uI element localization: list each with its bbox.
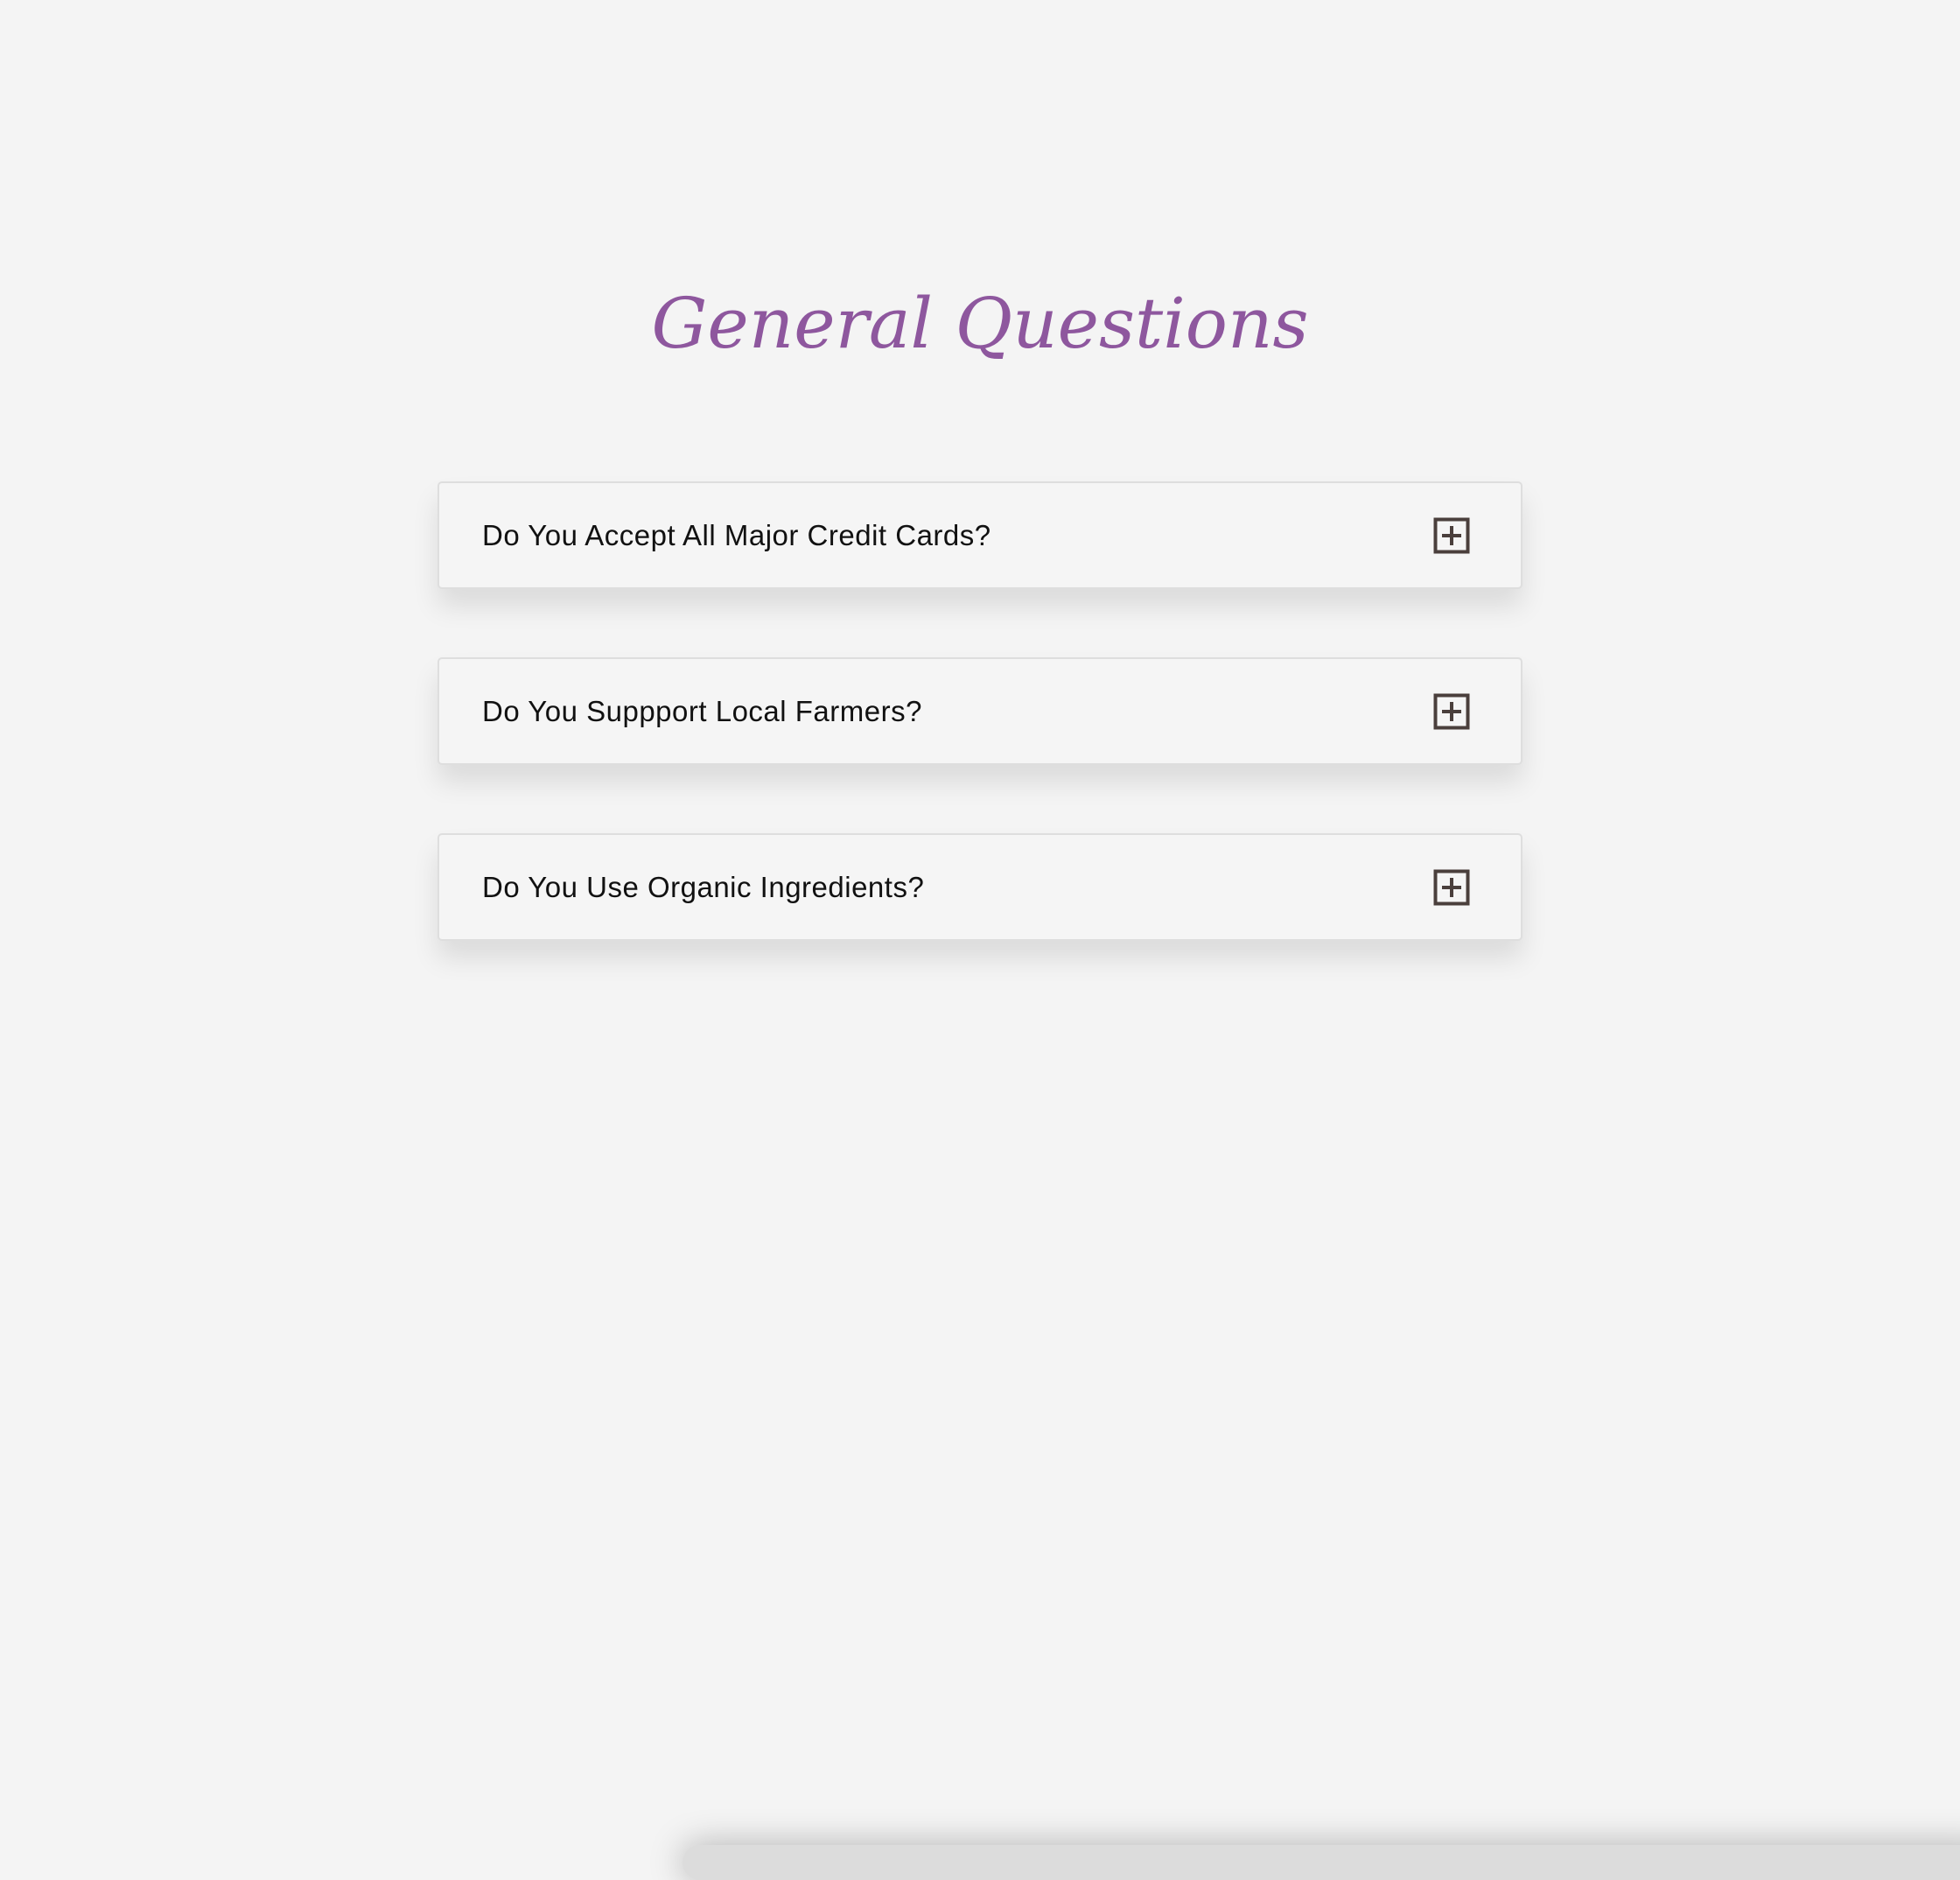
plus-square-icon xyxy=(1433,869,1470,905)
faq-toggle-button[interactable] xyxy=(1433,517,1470,554)
faq-question: Do You Accept All Major Credit Cards? xyxy=(482,518,991,551)
faq-question: Do You Suppport Local Farmers? xyxy=(482,694,922,727)
faq-item[interactable]: Do You Accept All Major Credit Cards? xyxy=(438,481,1522,589)
page-title: General Questions xyxy=(651,283,1309,364)
faq-toggle-button[interactable] xyxy=(1433,869,1470,906)
faq-item[interactable]: Do You Suppport Local Farmers? xyxy=(438,657,1522,765)
window-edge-shadow xyxy=(682,1845,1960,1880)
faq-question: Do You Use Organic Ingredients? xyxy=(482,870,925,903)
faq-item[interactable]: Do You Use Organic Ingredients? xyxy=(438,833,1522,941)
faq-list: Do You Accept All Major Credit Cards? Do… xyxy=(438,481,1522,1009)
faq-toggle-button[interactable] xyxy=(1433,693,1470,730)
plus-square-icon xyxy=(1433,693,1470,729)
plus-square-icon xyxy=(1433,517,1470,553)
